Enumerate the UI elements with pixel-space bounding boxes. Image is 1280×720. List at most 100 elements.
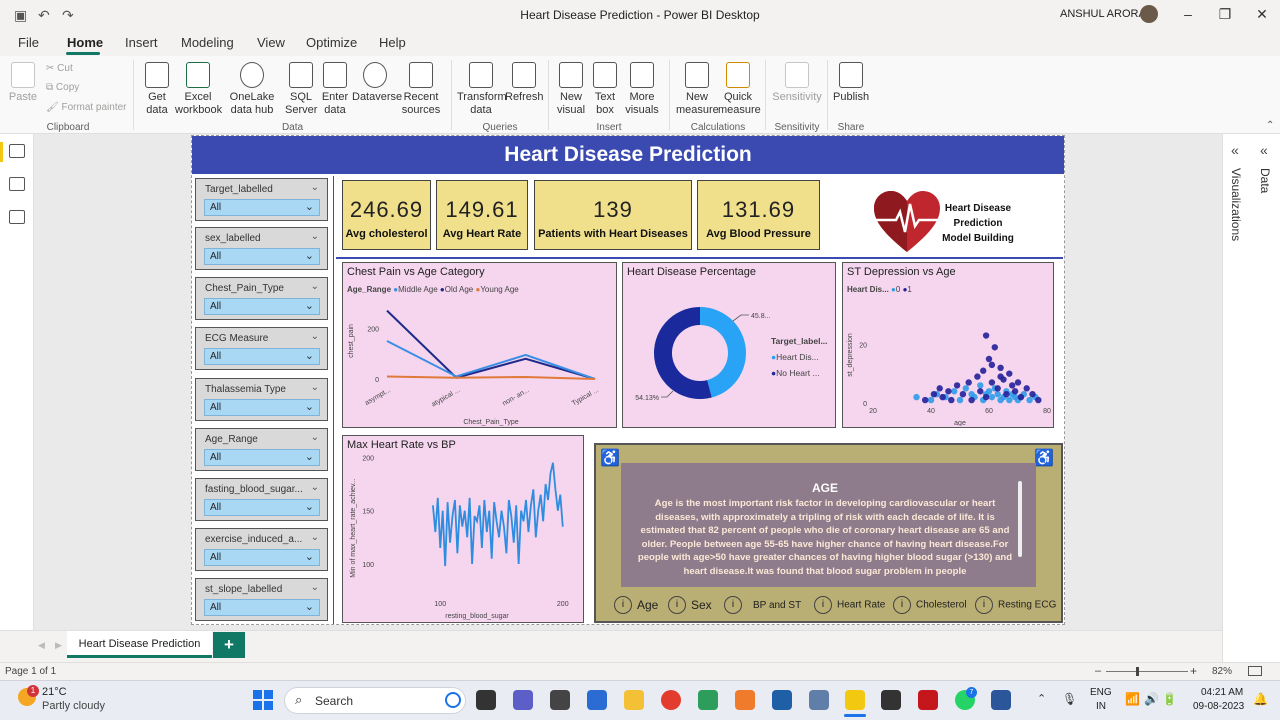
slicer-exercise-angina[interactable]: exercise_induced_a... ⌄ All ⌄	[195, 528, 328, 571]
zoom-slider-thumb[interactable]	[1136, 667, 1139, 676]
clock-date[interactable]: 09-08-2023	[1193, 701, 1244, 712]
chevron-down-icon[interactable]: ⌄	[311, 382, 319, 393]
slicer-st-slope[interactable]: st_slope_labelled ⌄ All ⌄	[195, 578, 328, 621]
slicer-dropdown[interactable]: All ⌄	[204, 199, 320, 216]
fit-page-icon[interactable]	[1248, 666, 1262, 676]
chevron-up-icon[interactable]: ⌃	[1037, 692, 1046, 705]
zoom-level[interactable]: 82%	[1212, 666, 1232, 677]
wifi-icon[interactable]: 📶	[1125, 692, 1140, 706]
battery-icon[interactable]: 🔋	[1162, 692, 1177, 706]
slicer-ecg[interactable]: ECG Measure ⌄ All ⌄	[195, 327, 328, 370]
collapse-ribbon-icon[interactable]: ⌃	[1266, 120, 1274, 131]
chart-max-heart-rate[interactable]: Max Heart Rate vs BP 200 150 100 100 200 rest…	[342, 435, 584, 623]
slicer-dropdown[interactable]: All ⌄	[204, 399, 320, 416]
notifications-icon[interactable]: 🔔	[1253, 692, 1268, 706]
text-box-button[interactable]: Text box	[590, 62, 620, 117]
expand-visualizations-icon[interactable]: «	[1231, 142, 1239, 158]
chevron-down-icon[interactable]: ⌄	[311, 482, 319, 493]
microphone-icon[interactable]: 🎙	[1062, 692, 1077, 706]
visualizations-pane-label[interactable]: Visualizations	[1229, 168, 1243, 241]
slicer-dropdown[interactable]: All ⌄	[204, 298, 320, 315]
chevron-down-icon[interactable]: ⌄	[311, 281, 319, 292]
sensitivity-button[interactable]: Sensitivity	[771, 62, 823, 104]
table-view-icon[interactable]	[9, 177, 25, 191]
slicer-sex[interactable]: sex_labelled ⌄ All ⌄	[195, 227, 328, 270]
expand-data-icon[interactable]: «	[1260, 142, 1268, 158]
chart-chest-pain[interactable]: Chest Pain vs Age Category Age_Range ●Mi…	[342, 262, 617, 428]
clock-time[interactable]: 04:21 AM	[1201, 687, 1243, 698]
app-icon[interactable]	[735, 690, 755, 710]
slicer-dropdown[interactable]: All ⌄	[204, 599, 320, 616]
notepad-icon[interactable]	[698, 690, 718, 710]
slicer-dropdown[interactable]: All ⌄	[204, 449, 320, 466]
windows-start-icon[interactable]	[253, 690, 273, 710]
quick-measure-button[interactable]: Quick measure	[718, 62, 761, 117]
chart-heart-disease-pct[interactable]: Heart Disease Percentage 45.8... 54.13% T…	[622, 262, 836, 428]
chevron-down-icon[interactable]: ⌄	[311, 231, 319, 242]
add-page-button[interactable]: +	[213, 632, 245, 658]
zoom-slider[interactable]	[1106, 671, 1188, 672]
user-name[interactable]: ANSHUL ARORA	[1060, 8, 1146, 20]
info-scrollbar[interactable]	[1018, 481, 1022, 557]
page-tab[interactable]: Heart Disease Prediction	[67, 631, 212, 658]
chrome-icon[interactable]	[661, 690, 681, 710]
store-icon[interactable]	[587, 690, 607, 710]
app-icon[interactable]	[809, 690, 829, 710]
chevron-down-icon[interactable]: ⌄	[311, 182, 319, 193]
zoom-in-icon[interactable]: +	[1190, 664, 1197, 678]
menu-view[interactable]: View	[257, 35, 285, 50]
minimize-icon[interactable]: –	[1178, 6, 1198, 22]
menu-optimize[interactable]: Optimize	[306, 35, 357, 50]
acrobat-icon[interactable]	[918, 690, 938, 710]
model-view-icon[interactable]	[9, 210, 25, 224]
info-button-age[interactable]: i Age	[614, 596, 658, 614]
info-button-resting-ecg[interactable]: i Resting ECG	[975, 596, 1056, 614]
info-button-sex[interactable]: i Sex	[668, 596, 712, 614]
cut-button[interactable]: ✂ Cut	[46, 63, 73, 74]
menu-home[interactable]: Home	[67, 35, 103, 50]
dataverse-button[interactable]: Dataverse	[352, 62, 402, 104]
data-pane-label[interactable]: Data	[1258, 168, 1272, 193]
maximize-icon[interactable]: ❐	[1215, 6, 1235, 23]
terminal-icon[interactable]	[881, 690, 901, 710]
app-icon[interactable]	[550, 690, 570, 710]
slicer-chest-pain[interactable]: Chest_Pain_Type ⌄ All ⌄	[195, 277, 328, 320]
slicer-age-range[interactable]: Age_Range ⌄ All ⌄	[195, 428, 328, 471]
menu-file[interactable]: File	[18, 35, 39, 50]
more-visuals-button[interactable]: More visuals	[622, 62, 662, 117]
kpi-avg-cholesterol[interactable]: 246.69 Avg cholesterol	[342, 180, 431, 250]
info-button-bp-st[interactable]: i BP and ST	[724, 596, 801, 614]
menu-insert[interactable]: Insert	[125, 35, 158, 50]
chevron-down-icon[interactable]: ⌄	[311, 582, 319, 593]
language-region[interactable]: IN	[1096, 701, 1106, 712]
slicer-thalassemia[interactable]: Thalassemia Type ⌄ All ⌄	[195, 378, 328, 421]
info-button-heart-rate[interactable]: i Heart Rate	[814, 596, 885, 614]
next-page-icon[interactable]: ▶	[55, 640, 62, 651]
file-explorer-icon[interactable]	[624, 690, 644, 710]
chevron-down-icon[interactable]: ⌄	[311, 532, 319, 543]
language-indicator[interactable]: ENG	[1090, 687, 1112, 698]
format-painter-button[interactable]: 🖌 Format painter	[46, 102, 127, 113]
chevron-down-icon[interactable]: ⌄	[311, 432, 319, 443]
slicer-dropdown[interactable]: All ⌄	[204, 499, 320, 516]
onelake-button[interactable]: OneLake data hub	[221, 62, 283, 117]
volume-icon[interactable]: 🔊	[1144, 692, 1159, 706]
kpi-avg-blood-pressure[interactable]: 131.69 Avg Blood Pressure	[697, 180, 820, 250]
copy-button[interactable]: ⧉ Copy	[46, 82, 79, 93]
slicer-fasting-blood-sugar[interactable]: fasting_blood_sugar... ⌄ All ⌄	[195, 478, 328, 521]
weather-desc[interactable]: Partly cloudy	[42, 700, 105, 712]
paste-button[interactable]: Paste	[8, 62, 38, 104]
slicer-dropdown[interactable]: All ⌄	[204, 248, 320, 265]
zoom-out-icon[interactable]: –	[1095, 665, 1101, 677]
task-view-icon[interactable]	[476, 690, 496, 710]
kpi-avg-heart-rate[interactable]: 149.61 Avg Heart Rate	[436, 180, 528, 250]
prev-page-icon[interactable]: ◀	[38, 640, 45, 651]
get-data-button[interactable]: Get data	[140, 62, 174, 117]
excel-workbook-button[interactable]: Excel workbook	[175, 62, 222, 117]
new-visual-button[interactable]: New visual	[555, 62, 587, 117]
kpi-patients-heart-disease[interactable]: 139 Patients with Heart Diseases	[534, 180, 692, 250]
taskbar-search[interactable]: ⌕ Search	[284, 687, 466, 714]
word-icon[interactable]	[991, 690, 1011, 710]
menu-help[interactable]: Help	[379, 35, 406, 50]
close-icon[interactable]: ✕	[1252, 6, 1272, 23]
